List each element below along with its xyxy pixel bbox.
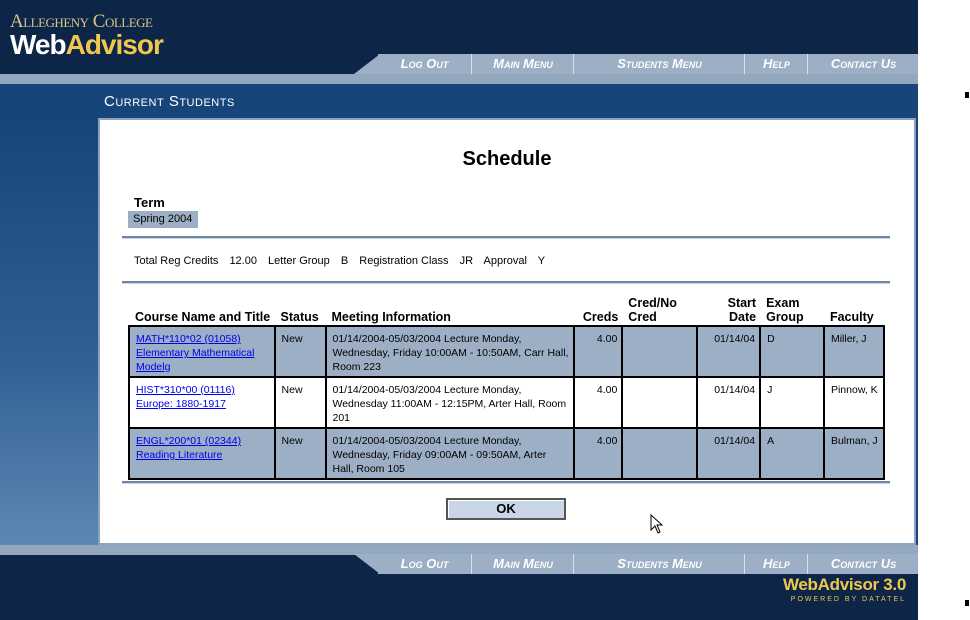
- right-edge: [916, 118, 918, 545]
- creds-cell: 4.00: [573, 325, 624, 378]
- course-cell: ENGL*200*01 (02344) Reading Literature: [128, 427, 276, 480]
- footer-brand: WebAdvisor 3.0 POWERED BY DATATEL: [783, 575, 906, 603]
- course-cell: MATH*110*02 (01058) Elementary Mathematic…: [128, 325, 276, 378]
- col-header-status: Status: [280, 310, 319, 324]
- edge-mark: [965, 92, 969, 98]
- faculty-cell: Bulman, J: [822, 427, 886, 480]
- col-header-course: Course Name and Title: [135, 310, 271, 324]
- faculty-cell: Pinnow, K: [822, 376, 886, 429]
- table-row: ENGL*200*01 (02344) Reading Literature Ne…: [128, 427, 886, 480]
- table-row: MATH*110*02 (01058) Elementary Mathematic…: [128, 325, 886, 378]
- mouse-pointer-icon: [650, 514, 664, 534]
- table-header-row: Course Name and Title Status Meeting Inf…: [129, 296, 884, 326]
- nav-contact-us[interactable]: Contact Us: [807, 54, 919, 74]
- col-header-meeting: Meeting Information: [331, 310, 451, 324]
- footer-powered-by: POWERED BY DATATEL: [790, 596, 906, 603]
- approval-value: Y: [537, 255, 546, 267]
- registration-class-value: JR: [459, 255, 474, 267]
- meeting-cell: 01/14/2004-05/03/2004 Lecture Monday, We…: [324, 325, 576, 378]
- term-value: Spring 2004: [128, 211, 198, 228]
- header-stripe: [0, 74, 918, 84]
- top-nav: Log Out Main Menu Students Menu Help Con…: [378, 54, 918, 74]
- webadvisor-logo: WebAdvisor: [10, 29, 164, 61]
- nav-log-out[interactable]: Log Out: [378, 554, 471, 574]
- cred-no-cred-cell: [621, 376, 699, 429]
- divider: [122, 281, 890, 284]
- nav-help[interactable]: Help: [744, 54, 808, 74]
- exam-group-cell: A: [759, 427, 825, 480]
- letter-group-label: Letter Group: [268, 255, 330, 267]
- letter-group-value: B: [340, 255, 349, 267]
- nav-students-menu[interactable]: Students Menu: [573, 54, 745, 74]
- page-title: Schedule: [462, 148, 552, 170]
- footer-brand-name: WebAdvisor 3.0: [782, 575, 906, 594]
- col-header-creds: Creds: [582, 310, 619, 324]
- nav-help[interactable]: Help: [744, 554, 808, 574]
- col-header-start-date: Start Date: [727, 296, 757, 324]
- section-title: Current Students: [104, 93, 235, 110]
- approval-label: Approval: [483, 255, 527, 267]
- ok-button[interactable]: OK: [446, 498, 566, 520]
- course-title-link[interactable]: Reading Literature: [136, 449, 222, 461]
- start-date-cell: 01/14/04: [696, 376, 762, 429]
- left-sidebar-gradient: [0, 118, 98, 545]
- course-cell: HIST*310*00 (01116) Europe: 1880-1917: [128, 376, 276, 429]
- nav-main-menu[interactable]: Main Menu: [471, 54, 574, 74]
- registration-class-label: Registration Class: [359, 255, 449, 267]
- course-title-link[interactable]: Elementary Mathematical Modelg: [136, 347, 254, 373]
- logo-advisor: Advisor: [65, 29, 164, 60]
- divider: [122, 481, 890, 484]
- exam-group-cell: D: [759, 325, 825, 378]
- cred-no-cred-cell: [621, 427, 699, 480]
- divider: [122, 236, 890, 239]
- registration-summary: Total Reg Credits 12.00 Letter Group B R…: [134, 255, 553, 267]
- start-date-cell: 01/14/04: [696, 427, 762, 480]
- course-link[interactable]: HIST*310*00 (01116): [136, 384, 235, 396]
- status-cell: New: [273, 325, 327, 378]
- total-reg-credits-label: Total Reg Credits: [134, 255, 219, 267]
- col-header-faculty: Faculty: [829, 310, 874, 324]
- term-label: Term: [134, 195, 165, 210]
- start-date-cell: 01/14/04: [696, 325, 762, 378]
- course-link[interactable]: ENGL*200*01 (02344): [136, 435, 241, 447]
- meeting-cell: 01/14/2004-05/03/2004 Lecture Monday, We…: [324, 376, 576, 429]
- schedule-table: Course Name and Title Status Meeting Inf…: [128, 296, 886, 480]
- nav-log-out[interactable]: Log Out: [378, 54, 471, 74]
- col-header-cred-no-cred: Cred/No Cred: [628, 296, 677, 324]
- exam-group-cell: J: [759, 376, 825, 429]
- nav-students-menu[interactable]: Students Menu: [573, 554, 745, 574]
- edge-mark: [965, 600, 969, 606]
- status-cell: New: [273, 427, 327, 480]
- meeting-cell: 01/14/2004-05/03/2004 Lecture Monday, We…: [324, 427, 576, 480]
- status-cell: New: [273, 376, 327, 429]
- nav-contact-us[interactable]: Contact Us: [807, 554, 919, 574]
- bottom-nav: Log Out Main Menu Students Menu Help Con…: [378, 554, 918, 574]
- creds-cell: 4.00: [573, 427, 624, 480]
- cred-no-cred-cell: [621, 325, 699, 378]
- logo-web: Web: [10, 29, 67, 60]
- faculty-cell: Miller, J: [822, 325, 886, 378]
- col-header-exam-group: Exam Group: [766, 296, 804, 324]
- course-link[interactable]: MATH*110*02 (01058): [136, 333, 241, 345]
- nav-main-menu[interactable]: Main Menu: [471, 554, 574, 574]
- total-reg-credits-value: 12.00: [229, 255, 257, 267]
- course-title-link[interactable]: Europe: 1880-1917: [136, 398, 226, 410]
- table-row: HIST*310*00 (01116) Europe: 1880-1917 New…: [128, 376, 886, 429]
- creds-cell: 4.00: [573, 376, 624, 429]
